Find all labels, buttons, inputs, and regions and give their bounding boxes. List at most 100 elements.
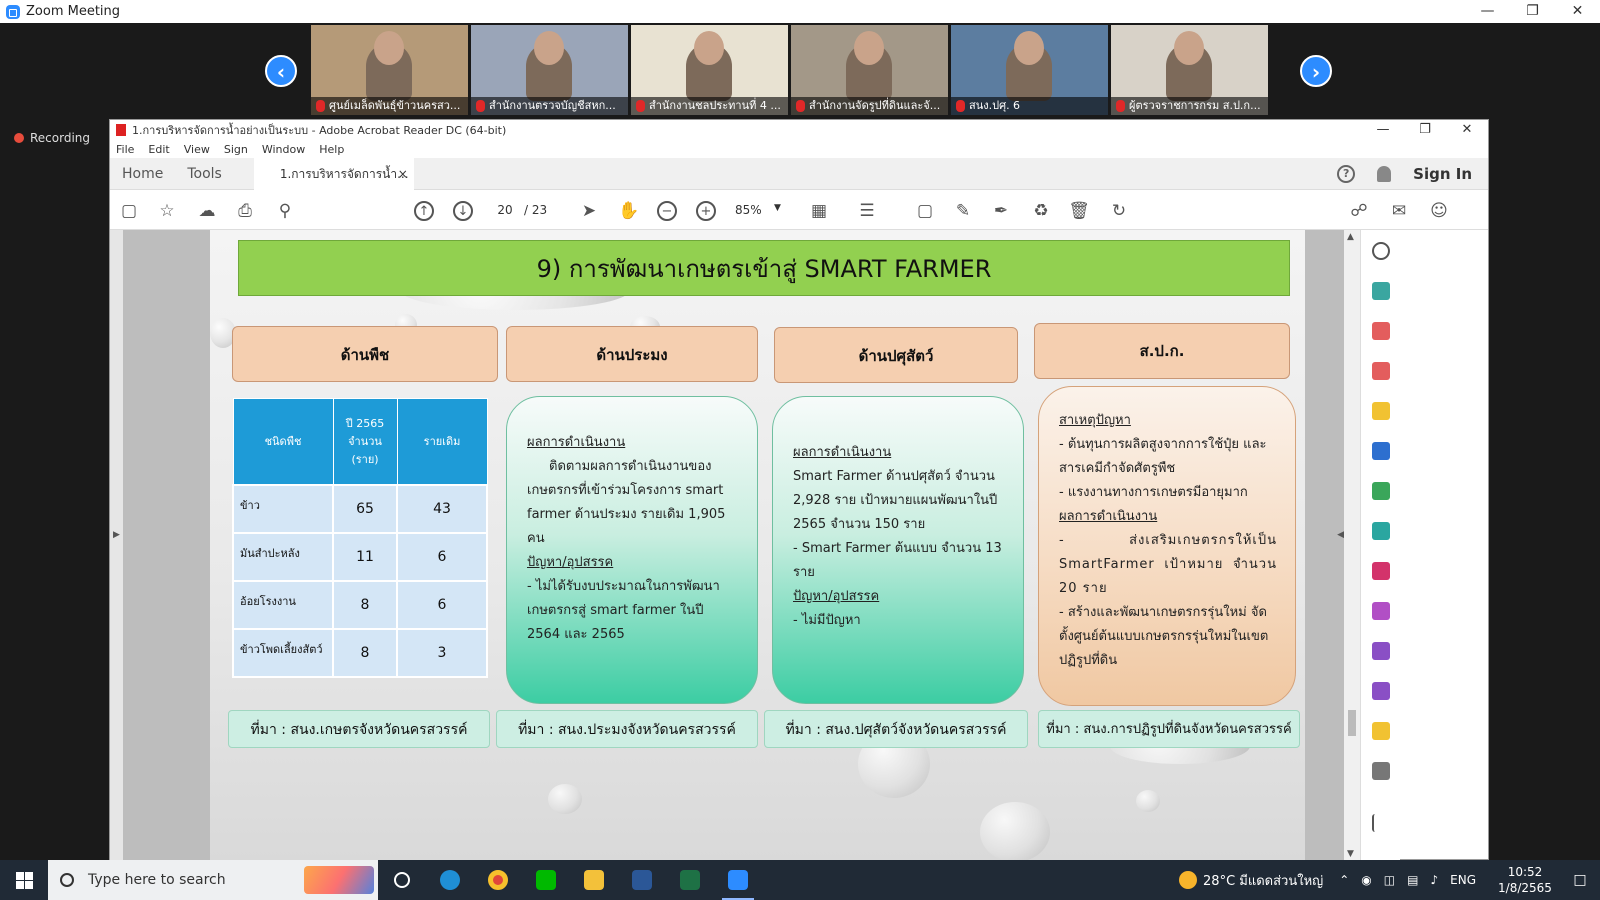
previous-page-icon[interactable]: ↑ [414, 201, 434, 221]
table-cell: 6 [396, 531, 488, 582]
notification-bell-icon[interactable] [1377, 166, 1392, 182]
notification-center-icon[interactable]: □ [1560, 872, 1600, 888]
tab-tools[interactable]: Tools [175, 158, 234, 190]
email-icon[interactable]: ✉ [1388, 200, 1410, 222]
comment-icon[interactable]: ▢ [914, 200, 936, 222]
restore-icon[interactable]: ❐ [1404, 120, 1446, 140]
participant-tile[interactable]: ศูนย์เมล็ดพันธุ์ข้าวนครสว... [311, 25, 468, 115]
stamp-icon[interactable]: ♻ [1030, 200, 1052, 222]
menu-file[interactable]: File [116, 143, 134, 156]
participant-tile[interactable]: สำนักงานชลประทานที่ 4 ... [631, 25, 788, 115]
close-icon[interactable]: ✕ [1555, 0, 1600, 23]
word-app[interactable] [618, 860, 666, 900]
tools-side-panel [1360, 230, 1400, 861]
chevron-left-icon[interactable]: ◀ [1337, 530, 1344, 540]
menu-window[interactable]: Window [262, 143, 305, 156]
highlight-pen-icon[interactable]: ✎ [952, 200, 974, 222]
taskbar-clock[interactable]: 10:52 1/8/2565 [1490, 864, 1560, 896]
request-signature-icon[interactable] [1372, 682, 1390, 700]
left-panel-toggle[interactable]: ▶ [110, 230, 123, 861]
page-number-input[interactable] [487, 200, 523, 220]
document-viewport[interactable]: ▶ 9) การพัฒนาเกษตรเข้าสู่ SMART FARMER ด… [110, 230, 1400, 861]
print-icon[interactable]: ⎙ [234, 200, 256, 222]
chevron-down-icon[interactable]: ▼ [774, 203, 781, 213]
zoom-out-icon[interactable]: − [657, 201, 677, 221]
compress-icon[interactable] [1372, 482, 1390, 500]
zoom-in-icon[interactable]: + [696, 201, 716, 221]
mic-muted-icon [1116, 100, 1125, 112]
tab-document[interactable]: 1.การบริหารจัดการน้ำ... × [253, 157, 414, 190]
battery-icon[interactable]: ◫ [1384, 873, 1395, 887]
volume-icon[interactable]: ♪ [1430, 873, 1438, 887]
participant-tile[interactable]: ผู้ตรวจราชการกรม ส.ป.ก... [1111, 25, 1268, 115]
bookmark-star-icon[interactable]: ☆ [156, 200, 178, 222]
menu-view[interactable]: View [184, 143, 210, 156]
scroll-up-icon[interactable]: ▲ [1347, 232, 1354, 242]
fill-sign-icon[interactable] [1372, 562, 1390, 580]
task-view-icon [394, 872, 410, 888]
create-pdf-icon[interactable] [1372, 362, 1390, 380]
participant-tile[interactable]: สำนักงานตรวจบัญชีสหก... [471, 25, 628, 115]
recording-indicator[interactable]: Recording [14, 131, 90, 145]
close-tab-icon[interactable]: × [398, 158, 408, 190]
collapse-panel-icon[interactable] [1372, 814, 1390, 832]
next-page-icon[interactable]: ↓ [453, 201, 473, 221]
chevron-up-icon[interactable]: ⌃ [1339, 873, 1349, 887]
share-user-icon[interactable]: ☺ [1428, 200, 1450, 222]
vertical-scrollbar[interactable]: ▲ ▼ [1344, 230, 1360, 861]
close-icon[interactable]: ✕ [1446, 120, 1488, 140]
edge-app[interactable] [426, 860, 474, 900]
send-review-icon[interactable] [1372, 522, 1390, 540]
chrome-app[interactable] [474, 860, 522, 900]
participant-tile[interactable]: สนง.ปศุ. 6 [951, 25, 1108, 115]
share-link-icon[interactable]: ☍ [1348, 200, 1370, 222]
sign-in-button[interactable]: Sign In [1413, 165, 1472, 183]
help-icon[interactable]: ? [1337, 165, 1356, 183]
gallery-next-button[interactable]: › [1300, 55, 1332, 87]
minimize-icon[interactable]: — [1465, 0, 1510, 23]
fit-page-icon[interactable]: ▦ [808, 200, 830, 222]
meet-now-icon[interactable]: ◉ [1361, 873, 1371, 887]
windows-start-button[interactable] [0, 860, 48, 900]
scroll-thumb[interactable] [1348, 710, 1356, 736]
line-app[interactable] [522, 860, 570, 900]
scroll-down-icon[interactable]: ▼ [1347, 849, 1354, 859]
organize-pages-icon[interactable] [1372, 322, 1390, 340]
document-tab-label: 1.การบริหารจัดการน้ำ... [279, 166, 409, 181]
combine-files-icon[interactable] [1372, 442, 1390, 460]
menu-edit[interactable]: Edit [148, 143, 169, 156]
stamp-panel-icon[interactable] [1372, 722, 1390, 740]
more-tools-icon[interactable] [1372, 762, 1390, 780]
weather-widget[interactable]: 28°C มีแดดส่วนใหญ่ [1179, 870, 1323, 891]
file-explorer-app[interactable] [570, 860, 618, 900]
search-icon[interactable] [1372, 242, 1390, 260]
draw-icon[interactable]: ✒ [990, 200, 1012, 222]
tab-home[interactable]: Home [110, 158, 175, 190]
edit-pdf-icon[interactable] [1372, 602, 1390, 620]
language-indicator[interactable]: ENG [1450, 873, 1476, 887]
taskbar-search[interactable]: Type here to search [48, 860, 378, 900]
hand-tool-icon[interactable]: ✋ [618, 200, 640, 222]
restore-icon[interactable]: ❐ [1510, 0, 1555, 23]
network-icon[interactable]: ▤ [1407, 873, 1418, 887]
search-zoom-icon[interactable]: ⚲ [274, 200, 296, 222]
protect-icon[interactable] [1372, 642, 1390, 660]
minimize-icon[interactable]: — [1362, 120, 1404, 140]
scroll-mode-icon[interactable]: ☰ [856, 200, 878, 222]
windows-logo-icon [16, 881, 24, 889]
participant-tile[interactable]: สำนักงานจัดรูปที่ดินและจั... [791, 25, 948, 115]
zoom-level-select[interactable]: 85% [735, 203, 762, 217]
zoom-app[interactable] [714, 860, 762, 900]
task-view-button[interactable] [378, 860, 426, 900]
menu-sign[interactable]: Sign [224, 143, 248, 156]
menu-help[interactable]: Help [319, 143, 344, 156]
excel-app[interactable] [666, 860, 714, 900]
select-cursor-icon[interactable]: ➤ [578, 200, 600, 222]
rotate-icon[interactable]: ↻ [1108, 200, 1130, 222]
save-icon[interactable]: ▢ [118, 200, 140, 222]
comment-panel-icon[interactable] [1372, 402, 1390, 420]
upload-cloud-icon[interactable]: ☁ [196, 200, 218, 222]
export-pdf-icon[interactable] [1372, 282, 1390, 300]
delete-icon[interactable]: 🗑 [1068, 200, 1090, 222]
gallery-prev-button[interactable]: ‹ [265, 55, 297, 87]
